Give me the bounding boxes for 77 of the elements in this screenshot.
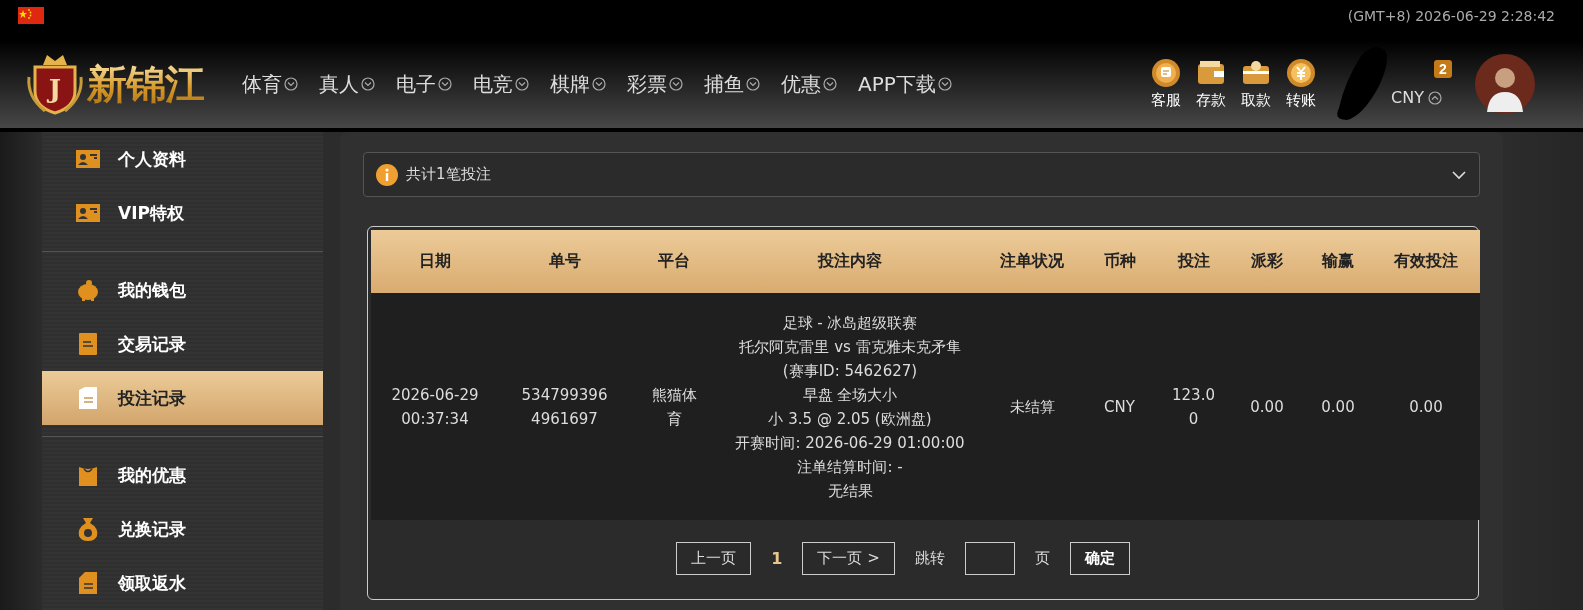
caret-down-icon: [823, 77, 837, 91]
bet-detail-line: 足球 - 冰岛超级联赛: [781, 312, 919, 334]
nav-item[interactable]: 彩票: [627, 70, 683, 98]
column-header: 币种: [1082, 230, 1157, 293]
summary-text: 共计1笔投注: [406, 165, 492, 184]
table-cell: 0.00: [1230, 293, 1304, 520]
nav-item[interactable]: 体育: [242, 70, 298, 98]
menu-item[interactable]: VIP特权: [42, 186, 323, 240]
table-cell: 0.00: [1304, 293, 1372, 520]
column-header: 日期: [371, 230, 499, 293]
notification-badge: 2: [1434, 60, 1452, 78]
column-header: 输赢: [1304, 230, 1372, 293]
quick-link[interactable]: 取款: [1238, 58, 1274, 110]
avatar-icon[interactable]: [1475, 54, 1535, 114]
column-header: 投注内容: [718, 230, 982, 293]
table-cell: 熊猫体育: [630, 293, 718, 520]
info-icon: [376, 163, 398, 186]
column-header: 派彩: [1230, 230, 1304, 293]
summary-bar[interactable]: 共计1笔投注: [363, 152, 1480, 197]
column-header: 有效投注: [1372, 230, 1480, 293]
caret-down-icon: [361, 77, 375, 91]
piggy-bank-icon: [75, 277, 101, 303]
bet-detail-line: 无结果: [826, 480, 874, 502]
nav-item[interactable]: 棋牌: [550, 70, 606, 98]
balance-dropdown[interactable]: CNY: [1391, 88, 1442, 107]
quick-link[interactable]: 转账: [1283, 58, 1319, 110]
jump-label: 跳转: [914, 548, 945, 568]
caret-down-icon: [515, 77, 529, 91]
caret-down-icon: [592, 77, 606, 91]
coin-icon: [1286, 58, 1316, 88]
nav-item[interactable]: 电竞: [473, 70, 529, 98]
menu-item[interactable]: 交易记录: [42, 317, 323, 371]
column-header: 投注: [1157, 230, 1230, 293]
confirm-button[interactable]: 确定: [1069, 541, 1130, 575]
page-label: 页: [1034, 548, 1050, 568]
bet-detail-line: 小 3.5 @ 2.05 (欧洲盘): [767, 408, 933, 430]
bet-detail-line: 早盘 全场大小: [801, 384, 899, 406]
chat-icon: [1151, 58, 1181, 88]
caret-up-icon: [1427, 90, 1442, 105]
prev-page-button[interactable]: 上一页: [676, 541, 752, 575]
flag-icon[interactable]: [18, 6, 44, 24]
caret-down-icon: [937, 77, 952, 91]
caret-down-icon: [284, 77, 298, 91]
bet-detail-line: 注单结算时间: -: [796, 456, 904, 478]
current-page[interactable]: 1: [771, 548, 783, 568]
next-page-button[interactable]: 下一页 >: [802, 541, 895, 575]
table-cell: 123.00: [1157, 293, 1230, 520]
table-cell: 5347993964961697: [499, 293, 630, 520]
shield-drawing: [25, 53, 85, 115]
caret-down-icon: [746, 77, 760, 91]
caret-down-icon: [669, 77, 683, 91]
nav-item[interactable]: 真人: [319, 70, 375, 98]
menu-item[interactable]: 投注记录: [42, 371, 323, 425]
table-cell: CNY: [1082, 293, 1157, 520]
nav-item[interactable]: 电子: [396, 70, 452, 98]
menu-item[interactable]: 兑换记录: [42, 502, 323, 556]
nav-item[interactable]: 捕鱼: [704, 70, 760, 98]
page-input[interactable]: [964, 541, 1015, 575]
bet-detail-line: 托尔阿克雷里 vs 雷克雅未克矛隼 (赛事ID: 5462627): [738, 336, 962, 382]
column-header: 注单状况: [982, 230, 1082, 293]
date-time: (GMT+8) 2026-06-29 2:28:42: [1347, 8, 1555, 24]
column-header: 单号: [499, 230, 630, 293]
table-cell: 未结算: [982, 293, 1082, 520]
menu-item[interactable]: 领取返水: [42, 556, 323, 610]
quick-link[interactable]: 客服: [1148, 58, 1184, 110]
table-cell: 2026-06-29 00:37:34: [371, 293, 499, 520]
quick-link[interactable]: 存款: [1193, 58, 1229, 110]
menu-item[interactable]: 我的钱包: [42, 263, 323, 317]
bet-detail-line: 开赛时间: 2026-06-29 01:00:00: [734, 432, 966, 454]
menu-item[interactable]: 个人资料: [42, 132, 323, 186]
nav-item[interactable]: APP下载: [858, 70, 952, 98]
table-cell: 0.00: [1372, 293, 1480, 520]
caret-down-icon: [438, 77, 452, 91]
menu-item[interactable]: 我的优惠: [42, 448, 323, 502]
nav-item[interactable]: 优惠: [781, 70, 837, 98]
logo-emblem[interactable]: J: [25, 53, 85, 115]
column-header: 平台: [630, 230, 718, 293]
